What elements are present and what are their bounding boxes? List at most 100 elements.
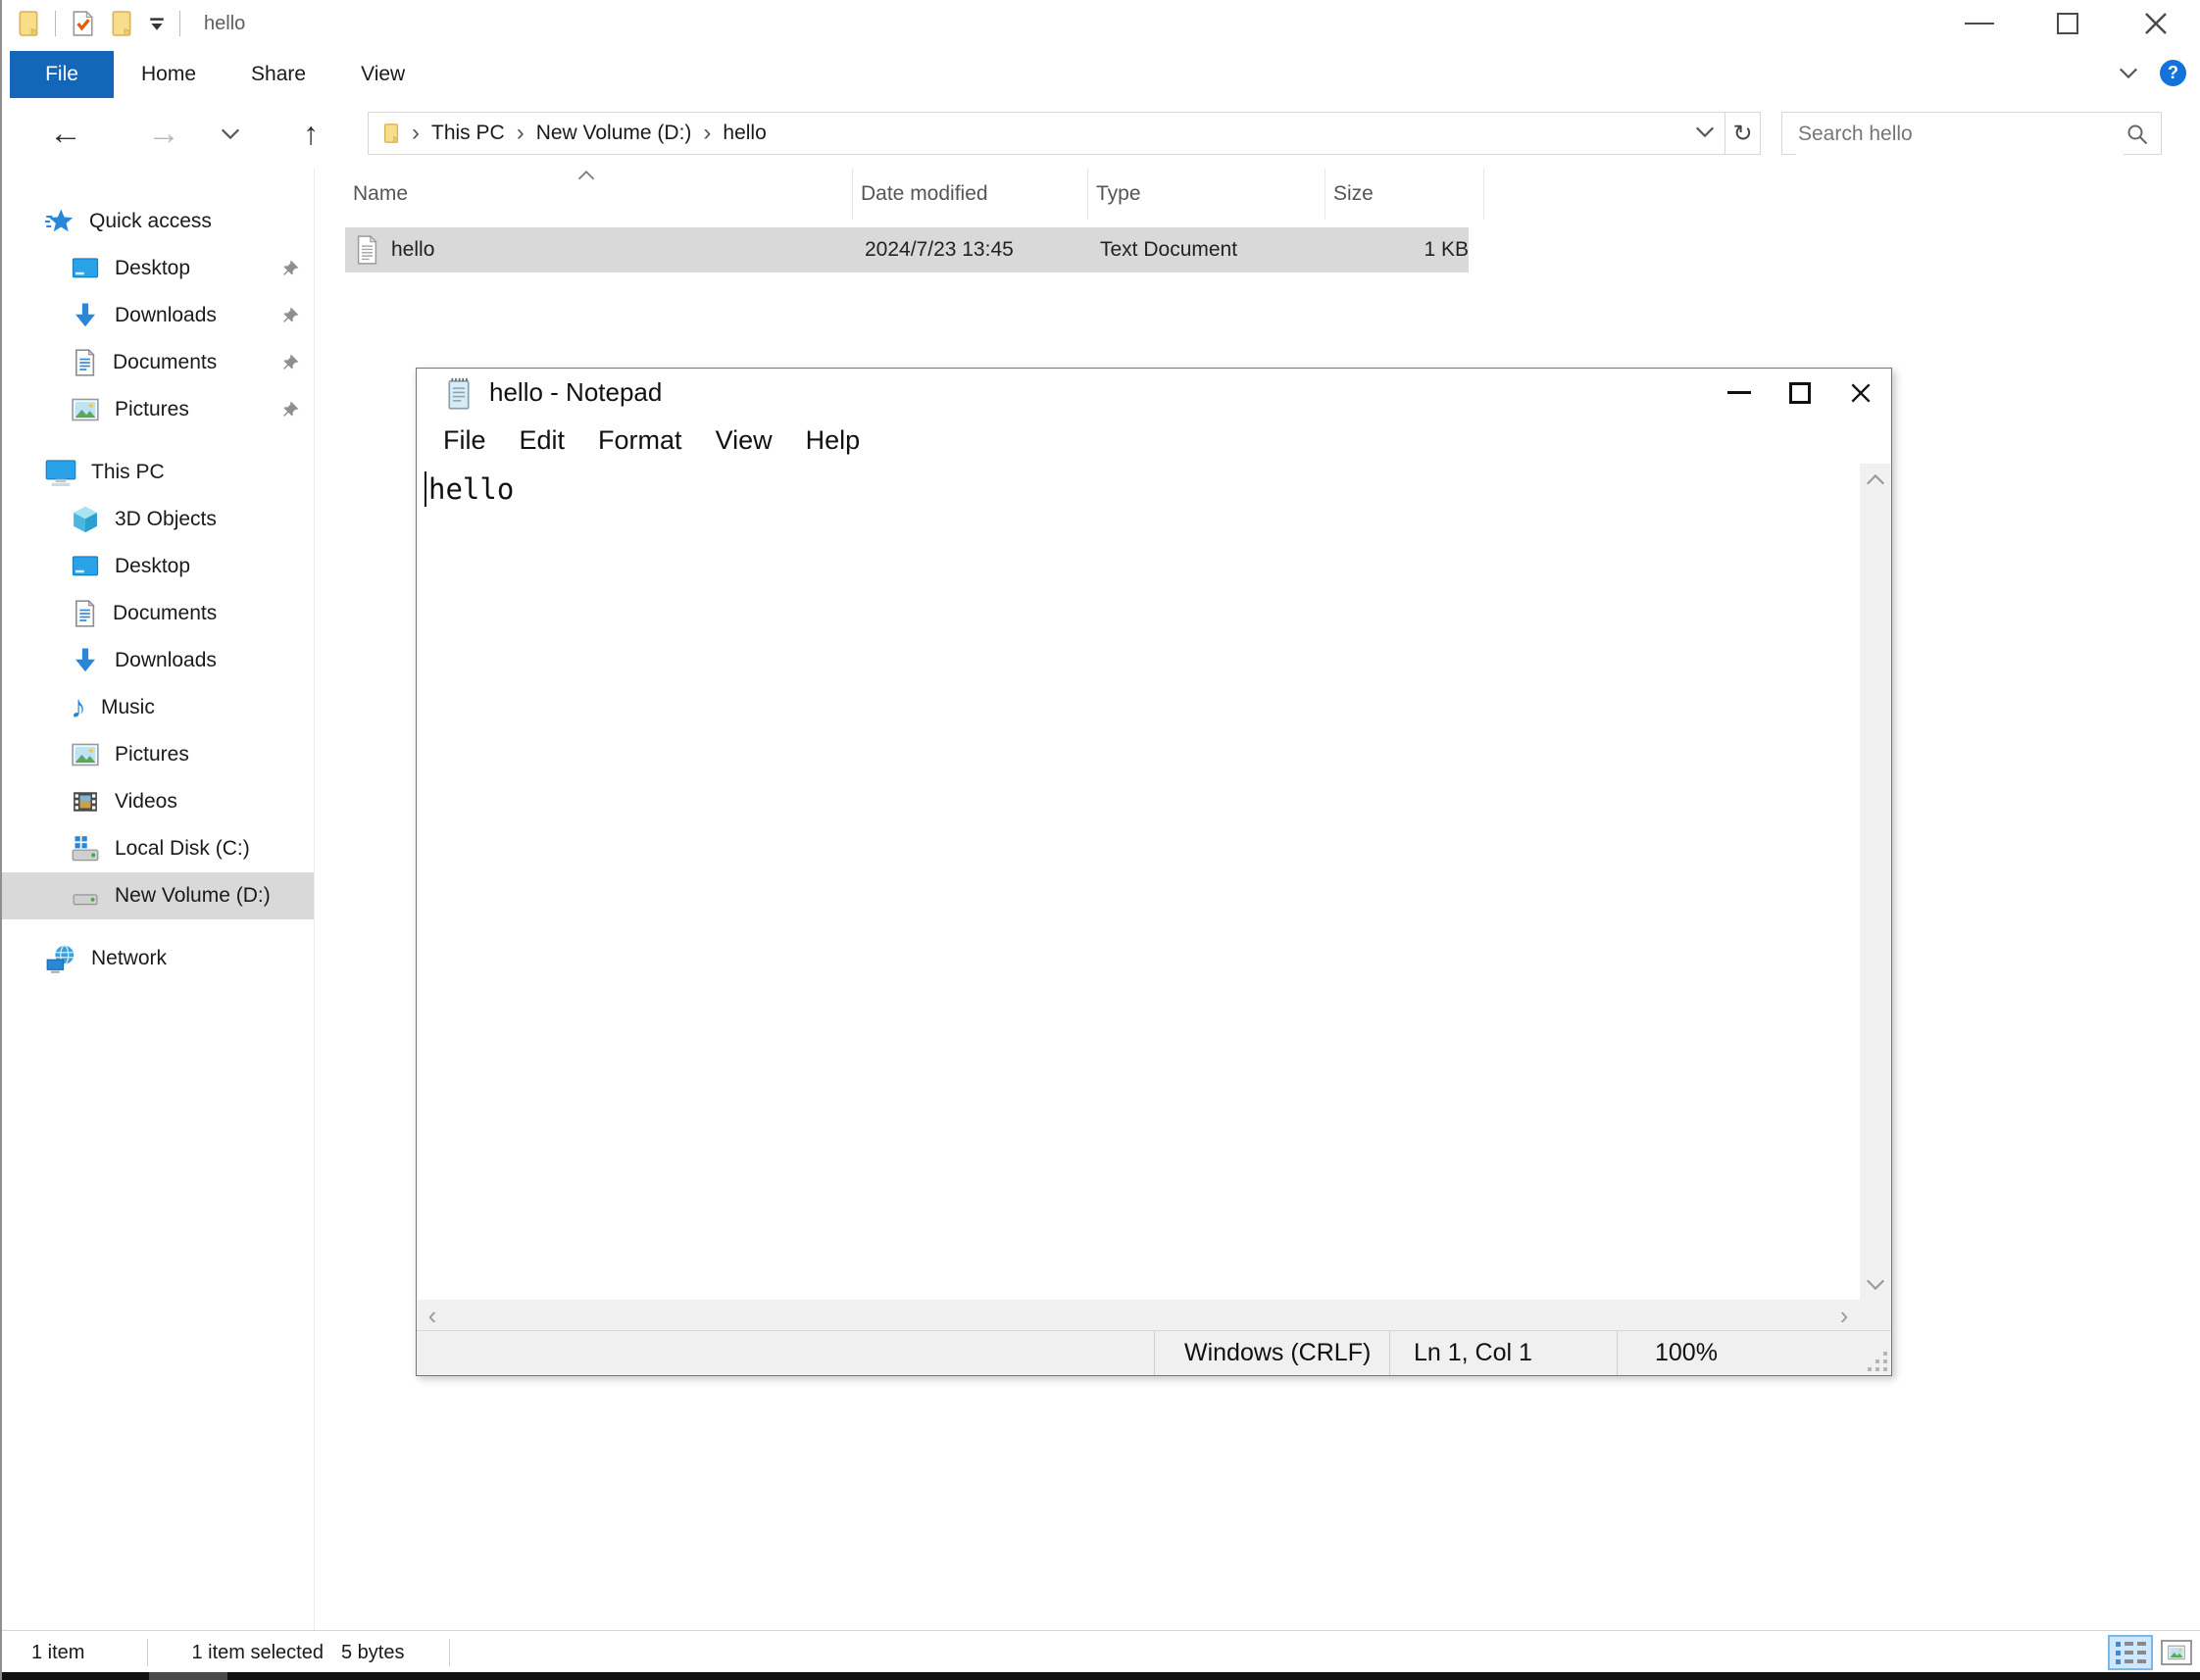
sidebar-item-pictures[interactable]: Pictures	[2, 731, 314, 778]
sidebar-item-desktop[interactable]: Desktop	[2, 245, 314, 292]
tab-home[interactable]: Home	[114, 51, 224, 98]
desktop-root: hello File Home Share View ? ← → ↑ › This PC…	[0, 0, 2200, 1680]
breadcrumb-item-new-volume-d[interactable]: New Volume (D:)	[530, 122, 698, 145]
sidebar-item-label: 3D Objects	[115, 508, 217, 530]
sidebar-item-label: Pictures	[115, 743, 189, 766]
column-header-name[interactable]: Name	[345, 169, 853, 220]
document-icon	[71, 348, 98, 377]
sidebar-item-this-pc[interactable]: This PC	[2, 449, 314, 496]
horizontal-scrollbar[interactable]: ‹ ›	[417, 1300, 1860, 1331]
sidebar-item-quick-access[interactable]: Quick access	[2, 198, 314, 245]
column-header-label: Name	[353, 182, 409, 205]
new-folder-icon[interactable]	[109, 10, 134, 37]
disk-icon	[71, 883, 100, 909]
column-header-date-modified[interactable]: Date modified	[853, 169, 1088, 220]
scroll-left-icon[interactable]: ‹	[417, 1300, 448, 1331]
notepad-menu-file[interactable]: File	[426, 425, 503, 456]
sidebar-item-downloads[interactable]: Downloads	[2, 637, 314, 684]
breadcrumb: › This PC › New Volume (D:) › hello	[406, 120, 773, 147]
properties-icon[interactable]	[70, 9, 95, 38]
cube-icon	[71, 505, 100, 534]
column-header-type[interactable]: Type	[1088, 169, 1325, 220]
scroll-right-icon[interactable]: ›	[1828, 1300, 1860, 1331]
ribbon-collapse-icon[interactable]	[2119, 68, 2138, 78]
sidebar-item-label: Local Disk (C:)	[115, 837, 250, 860]
file-row[interactable]: hello 2024/7/23 13:45 Text Document 1 KB	[345, 227, 1469, 272]
file-name: hello	[391, 238, 435, 261]
navigation-pane: Quick access Desktop Downloads Documents Pic…	[2, 169, 314, 1631]
column-headers: Name Date modified Type Size	[345, 169, 1484, 220]
sidebar-item-3d-objects[interactable]: 3D Objects	[2, 496, 314, 543]
notepad-window: hello - Notepad File Edit Format View Help h…	[416, 368, 1892, 1376]
sidebar-item-network[interactable]: Network	[2, 935, 314, 982]
explorer-window-title: hello	[204, 12, 246, 34]
sidebar-item-label: Desktop	[115, 555, 191, 577]
star-icon	[45, 207, 75, 236]
sidebar-item-label: Music	[101, 696, 155, 718]
breadcrumb-chevron-icon: ›	[516, 120, 525, 146]
tab-share[interactable]: Share	[224, 51, 333, 98]
recent-locations-icon[interactable]	[213, 98, 248, 169]
sidebar-item-downloads[interactable]: Downloads	[2, 292, 314, 339]
breadcrumb-item-hello[interactable]: hello	[717, 122, 772, 145]
sidebar-item-label: Documents	[113, 351, 218, 373]
sidebar-item-pictures[interactable]: Pictures	[2, 386, 314, 433]
minimize-button[interactable]	[1935, 0, 2024, 47]
forward-button[interactable]: →	[139, 98, 188, 169]
sidebar-item-new-volume-d[interactable]: New Volume (D:)	[2, 872, 314, 919]
breadcrumb-item-this-pc[interactable]: This PC	[425, 122, 511, 145]
search-input[interactable]	[1796, 114, 2124, 155]
notepad-maximize-button[interactable]	[1770, 369, 1830, 417]
notepad-minimize-button[interactable]	[1709, 369, 1770, 417]
help-icon[interactable]: ?	[2160, 59, 2186, 86]
download-icon	[71, 301, 100, 330]
tab-view[interactable]: View	[333, 51, 432, 98]
notepad-menu-view[interactable]: View	[699, 425, 789, 456]
vertical-scrollbar[interactable]	[1860, 464, 1891, 1300]
pin-icon[interactable]	[280, 353, 300, 372]
tab-file[interactable]: File	[10, 51, 114, 98]
qat-dropdown-icon[interactable]	[148, 16, 166, 31]
close-button[interactable]	[2112, 0, 2200, 47]
refresh-button[interactable]: ↻	[1725, 112, 1761, 155]
notepad-menubar: File Edit Format View Help	[417, 417, 1891, 465]
pin-icon[interactable]	[280, 259, 300, 278]
scroll-down-icon[interactable]	[1860, 1268, 1891, 1300]
address-bar[interactable]: › This PC › New Volume (D:) › hello	[368, 112, 1725, 155]
pin-icon[interactable]	[280, 306, 300, 325]
quick-access-toolbar: hello	[2, 9, 245, 38]
notepad-menu-edit[interactable]: Edit	[503, 425, 582, 456]
sidebar-item-music[interactable]: ♪ Music	[2, 684, 314, 731]
titlebar-separator	[55, 11, 56, 36]
sidebar-item-documents[interactable]: Documents	[2, 590, 314, 637]
sidebar-item-local-disk-c[interactable]: Local Disk (C:)	[2, 825, 314, 872]
explorer-window-controls	[1935, 0, 2200, 47]
pin-icon[interactable]	[280, 400, 300, 420]
breadcrumb-chevron-icon: ›	[412, 120, 420, 146]
sidebar-item-documents[interactable]: Documents	[2, 339, 314, 386]
selection-count: 1 item selected	[191, 1641, 324, 1663]
scroll-up-icon[interactable]	[1860, 464, 1891, 495]
column-header-size[interactable]: Size	[1325, 169, 1484, 220]
sidebar-item-desktop[interactable]: Desktop	[2, 543, 314, 590]
taskbar-edge	[2, 1672, 2200, 1680]
notepad-text-area[interactable]: hello	[417, 464, 1860, 1300]
search-icon	[2125, 123, 2149, 146]
up-button[interactable]: ↑	[288, 98, 333, 169]
resize-grip[interactable]	[1866, 1350, 1887, 1371]
sidebar-item-videos[interactable]: Videos	[2, 778, 314, 825]
download-icon	[71, 646, 100, 675]
disk-c-icon	[71, 835, 100, 863]
notepad-menu-help[interactable]: Help	[789, 425, 877, 456]
notepad-titlebar[interactable]: hello - Notepad	[417, 369, 1891, 417]
address-dropdown-icon[interactable]	[1695, 126, 1715, 137]
sidebar-item-label: Downloads	[115, 304, 217, 326]
thumbnail-view-button[interactable]	[2161, 1640, 2192, 1665]
address-folder-icon	[380, 121, 402, 146]
details-view-button[interactable]	[2108, 1635, 2153, 1670]
notepad-menu-format[interactable]: Format	[581, 425, 699, 456]
back-button[interactable]: ←	[41, 98, 90, 169]
notepad-close-button[interactable]	[1830, 369, 1891, 417]
maximize-button[interactable]	[2024, 0, 2112, 47]
picture-icon	[71, 396, 100, 423]
